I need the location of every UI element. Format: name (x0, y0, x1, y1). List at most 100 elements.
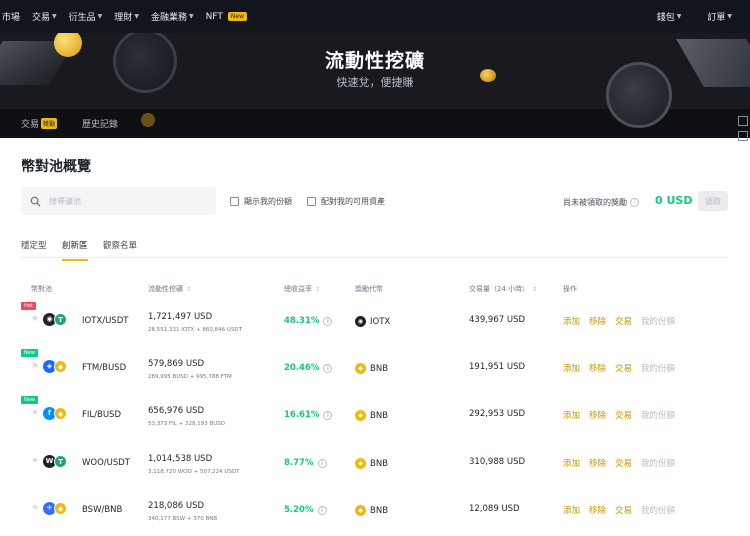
my-share-button[interactable]: 我的份額 (641, 457, 675, 469)
tab-stable[interactable]: 穩定型 (21, 239, 47, 259)
unclaimed-rewards-label: 尚未被領取的獎勵 i (563, 197, 639, 208)
volume-value: 292,953 USD (469, 409, 526, 419)
tab-history[interactable]: 歷史記錄 (82, 117, 118, 130)
reward-badge: 獎勵 (41, 118, 58, 129)
table-row[interactable]: New ★ f ◆ FIL/BUSD 656,976 USD 53,373 FIL + 32… (21, 396, 728, 440)
my-share-button[interactable]: 我的份額 (641, 362, 675, 374)
trade-button[interactable]: 交易 (615, 362, 632, 374)
nav-derivatives[interactable]: 衍生品 ▼ (69, 10, 103, 23)
remove-button[interactable]: 移除 (589, 362, 606, 374)
trade-button[interactable]: 交易 (615, 457, 632, 469)
claim-button[interactable]: 領取 (698, 191, 728, 211)
liquidity-breakdown: 53,373 FIL + 328,193 BUSD (148, 421, 225, 427)
unclaimed-rewards-value: 0 USD (655, 194, 693, 207)
star-icon[interactable]: ★ (31, 408, 39, 418)
token-icon: ◆ (355, 505, 366, 516)
coin-icon: T (54, 313, 67, 326)
table-row[interactable]: ★ W T WOO/USDT 1,014,538 USD 3,118,720 WOO + … (21, 444, 728, 488)
table-row[interactable]: Hot ★ ◉ T IOTX/USDT 1,721,497 USD 28,551,331 I… (21, 302, 728, 346)
new-badge: New (227, 12, 247, 21)
remove-button[interactable]: 移除 (589, 409, 606, 421)
pool-pair: IOTX/USDT (82, 316, 129, 326)
liquidity-breakdown: 289,995 BUSD + 995,788 FTM (148, 374, 232, 380)
page-title: 幣對池概覽 (21, 159, 91, 175)
my-share-button[interactable]: 我的份額 (641, 409, 675, 421)
nav-finance[interactable]: 金融業務 ▼ (151, 10, 194, 23)
apy-value: 16.61% i (284, 410, 333, 420)
apy-value: 5.20% i (284, 505, 327, 515)
info-icon[interactable]: i (323, 410, 333, 420)
token-icon: ◆ (355, 363, 366, 374)
nav-markets[interactable]: 市場 (2, 10, 20, 23)
row-actions: 添加 移除 交易 我的份額 (563, 457, 675, 469)
header-pool: 幣對池 (31, 285, 52, 293)
volume-value: 12,089 USD (469, 504, 520, 514)
checkbox-box[interactable] (230, 197, 239, 206)
nav-orders[interactable]: 訂單 ▼ (707, 10, 732, 23)
header-liquidity[interactable]: 流動性挖礦 ⇕ (148, 284, 191, 294)
chevron-down-icon: ▼ (676, 13, 682, 20)
star-icon[interactable]: ★ (31, 503, 39, 513)
table-row[interactable]: ★ ✈ ◆ BSW/BNB 218,086 USD 340,177 BSW + 370 B… (21, 491, 728, 535)
table-row[interactable]: New ★ ◈ ◆ FTM/BUSD 579,869 USD 289,995 BUSD + … (21, 349, 728, 393)
chevron-down-icon: ▼ (727, 13, 732, 20)
trade-button[interactable]: 交易 (615, 504, 632, 516)
remove-button[interactable]: 移除 (589, 315, 606, 327)
remove-button[interactable]: 移除 (589, 457, 606, 469)
new-badge: New (21, 349, 38, 357)
star-icon[interactable]: ★ (31, 361, 39, 371)
liquidity-breakdown: 340,177 BSW + 370 BNB (148, 516, 218, 522)
remove-button[interactable]: 移除 (589, 504, 606, 516)
info-icon[interactable]: i (630, 198, 639, 207)
search-input[interactable] (49, 196, 199, 206)
info-icon[interactable]: i (317, 458, 327, 468)
nav-nft[interactable]: NFT New (206, 12, 247, 22)
info-icon[interactable]: i (317, 505, 327, 515)
chevron-down-icon: ▼ (97, 13, 103, 20)
nav-trade[interactable]: 交易 ▼ (32, 10, 57, 23)
header-volume[interactable]: 交易量（24 小時） ⇕ (469, 284, 537, 294)
row-actions: 添加 移除 交易 我的份額 (563, 362, 675, 374)
pool-category-tabs: 穩定型 創新區 觀察名單 (21, 232, 728, 261)
tab-watchlist[interactable]: 觀察名單 (103, 239, 137, 259)
sort-icon[interactable]: ⇕ (186, 286, 191, 293)
my-share-button[interactable]: 我的份額 (641, 315, 675, 327)
add-button[interactable]: 添加 (563, 315, 580, 327)
chevron-down-icon: ▼ (134, 13, 139, 20)
nav-right: 錢包 ▼ 訂單 ▼ (655, 0, 742, 33)
reward-token: ◉ IOTX (355, 316, 390, 327)
trade-button[interactable]: 交易 (615, 409, 632, 421)
nav-wallet[interactable]: 錢包 ▼ (657, 10, 682, 23)
star-icon[interactable]: ★ (31, 314, 39, 324)
info-icon[interactable]: i (323, 316, 333, 326)
liquidity-value: 218,086 USD (148, 501, 205, 511)
token-icon: ◆ (355, 458, 366, 469)
match-my-assets-checkbox[interactable]: 配對我的可用資產 (307, 196, 385, 207)
add-button[interactable]: 添加 (563, 457, 580, 469)
header-apy[interactable]: 總收益率 ⇕ (284, 284, 320, 294)
show-my-share-checkbox[interactable]: 顯示我的份額 (230, 196, 292, 207)
add-button[interactable]: 添加 (563, 504, 580, 516)
my-share-button[interactable]: 我的份額 (641, 504, 675, 516)
add-button[interactable]: 添加 (563, 409, 580, 421)
side-panel-icon[interactable] (738, 116, 748, 126)
sort-icon[interactable]: ⇕ (532, 286, 537, 293)
header-actions: 操作 (563, 285, 577, 293)
info-icon[interactable]: i (323, 363, 333, 373)
pool-pair: BSW/BNB (82, 505, 123, 515)
reward-token: ◆ BNB (355, 410, 388, 421)
trade-button[interactable]: 交易 (615, 315, 632, 327)
volume-value: 191,951 USD (469, 362, 526, 372)
side-panel-icon[interactable] (738, 131, 748, 141)
coin-icon: ◆ (54, 407, 67, 420)
add-button[interactable]: 添加 (563, 362, 580, 374)
tab-trade[interactable]: 交易 獎勵 (21, 117, 58, 130)
tab-innovation[interactable]: 創新區 (62, 239, 88, 261)
nav-earn[interactable]: 理財 ▼ (114, 10, 139, 23)
reward-token: ◆ BNB (355, 363, 388, 374)
star-icon[interactable]: ★ (31, 456, 39, 466)
token-icon: ◆ (355, 410, 366, 421)
coin-icon: T (54, 455, 67, 468)
sort-icon[interactable]: ⇕ (315, 286, 320, 293)
checkbox-box[interactable] (307, 197, 316, 206)
